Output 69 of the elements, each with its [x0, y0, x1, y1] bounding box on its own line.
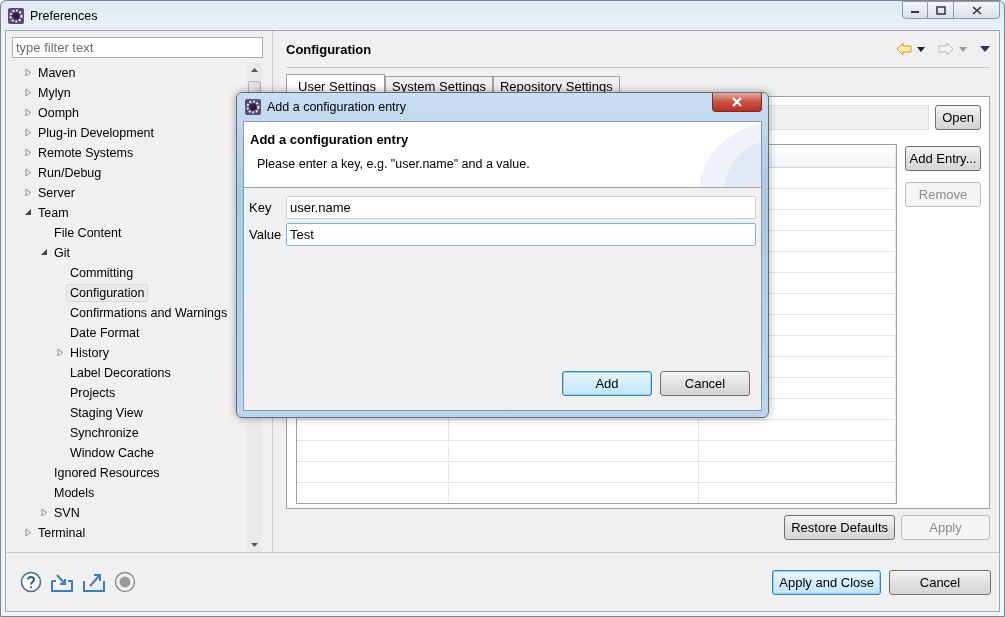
tree-item[interactable]: Date Format [66, 324, 144, 342]
collapsed-triangle-icon[interactable] [24, 528, 34, 538]
field-label: Value [249, 227, 283, 242]
collapsed-triangle-icon[interactable] [24, 128, 34, 138]
tree-item[interactable]: Mylyn [34, 84, 75, 102]
tree-item[interactable]: Staging View [66, 404, 147, 422]
collapsed-triangle-icon[interactable] [40, 508, 50, 518]
collapsed-triangle-icon[interactable] [24, 188, 34, 198]
tree-item[interactable]: Ignored Resources [50, 464, 164, 482]
input-field[interactable]: user.name [286, 196, 756, 219]
page-title: Configuration [286, 41, 373, 57]
gear-icon [8, 7, 24, 24]
tree-item[interactable]: Synchronize [66, 424, 143, 442]
close-icon [971, 5, 982, 15]
tree-item[interactable]: Oomph [34, 104, 83, 122]
view-menu-icon[interactable] [980, 46, 990, 52]
tree-item[interactable]: Terminal [34, 524, 90, 542]
input-field[interactable]: Test [286, 223, 756, 246]
collapsed-triangle-icon[interactable] [24, 88, 34, 98]
tree-item[interactable]: Committing [66, 264, 138, 282]
tree-item[interactable]: Server [34, 184, 79, 202]
window-title: Preferences [30, 8, 99, 23]
tree-item[interactable]: Confirmations and Warnings [66, 304, 232, 322]
close-button[interactable] [712, 93, 762, 112]
dropdown-icon[interactable] [917, 46, 925, 52]
dialog-heading: Add a configuration entry [250, 132, 409, 147]
tree-item[interactable]: Models [50, 484, 99, 502]
collapsed-triangle-icon[interactable] [24, 168, 34, 178]
forward-arrow-icon[interactable] [938, 42, 954, 56]
close-icon [731, 97, 743, 107]
close-button[interactable] [954, 1, 1000, 19]
cancel-button[interactable]: Cancel [660, 371, 750, 396]
apply-and-close-button[interactable]: Apply and Close [772, 569, 881, 595]
tree-item[interactable]: Maven [34, 64, 80, 82]
expanded-triangle-icon[interactable] [40, 248, 50, 258]
tree-item[interactable]: Projects [66, 384, 120, 402]
help-icon[interactable] [20, 571, 42, 593]
tree-item[interactable]: Remote Systems [34, 144, 138, 162]
tree-item[interactable]: Window Cache [66, 444, 159, 462]
tree-item[interactable]: History [66, 344, 113, 362]
tree-item[interactable]: Run/Debug [34, 164, 106, 182]
add-button[interactable]: Add [562, 371, 652, 396]
minimize-button[interactable] [902, 1, 928, 19]
collapsed-triangle-icon[interactable] [24, 148, 34, 158]
collapsed-triangle-icon[interactable] [56, 348, 66, 358]
back-arrow-icon[interactable] [896, 42, 912, 56]
tree-item[interactable]: File Content [50, 224, 126, 242]
maximize-icon [935, 5, 946, 15]
tree-item[interactable]: Configuration [66, 284, 149, 302]
tree-item[interactable]: Label Decorations [66, 364, 175, 382]
field-label: Key [249, 200, 273, 215]
maximize-button[interactable] [928, 1, 954, 19]
gear-icon [245, 99, 261, 115]
tree-item[interactable]: Git [50, 244, 74, 262]
open-button[interactable]: Open [935, 105, 981, 130]
dialog-message: Please enter a key, e.g. "user.name" and a value. [257, 157, 530, 171]
filter-field[interactable]: type filter text [12, 37, 263, 58]
collapsed-triangle-icon[interactable] [24, 108, 34, 118]
tree-item[interactable]: Team [34, 204, 73, 222]
expanded-triangle-icon[interactable] [24, 208, 34, 218]
add-entry-button[interactable]: Add Entry... [905, 146, 981, 171]
collapsed-triangle-icon[interactable] [24, 68, 34, 78]
tree-item[interactable]: SVN [50, 504, 84, 522]
restore-defaults-button[interactable]: Restore Defaults [784, 515, 895, 540]
record-icon[interactable] [114, 571, 136, 593]
tree-item[interactable]: Plug-in Development [34, 124, 159, 142]
dialog-title: Add a configuration entry [267, 100, 407, 114]
export-icon[interactable] [82, 571, 106, 593]
cancel-button[interactable]: Cancel [889, 569, 991, 595]
